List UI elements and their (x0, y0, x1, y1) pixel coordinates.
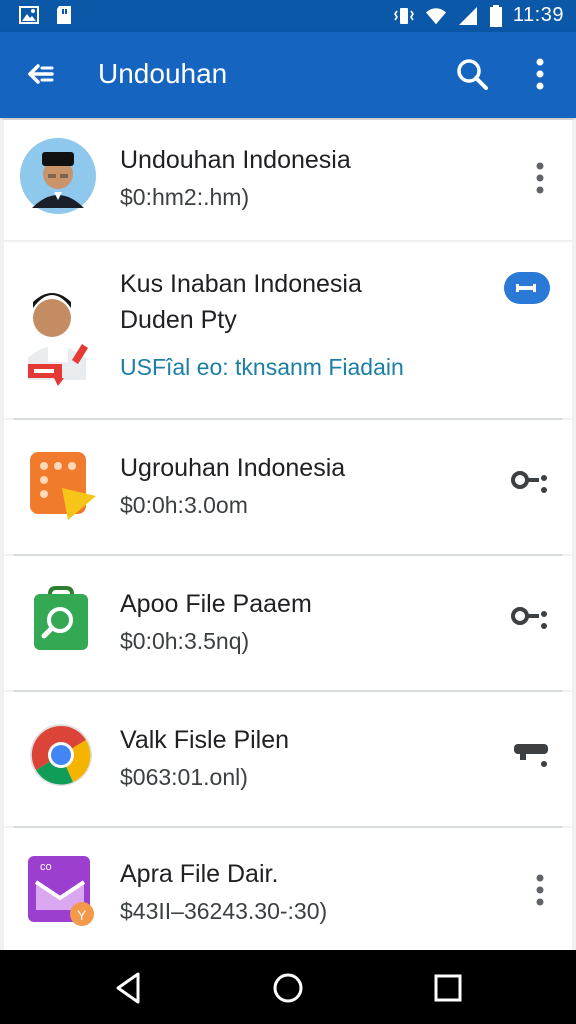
item-title: Kus Inaban Indonesia (120, 270, 362, 298)
back-arrow-icon[interactable] (18, 52, 62, 96)
status-bar: 11:39 (0, 0, 576, 32)
system-nav-bar (0, 950, 576, 1024)
battery-icon (489, 4, 502, 27)
list-item[interactable]: co Y Apra File Dair. $43II–36243.30-:30) (4, 828, 572, 950)
item-title: Ugrouhan Indonesia (120, 454, 346, 482)
more-vert-icon[interactable] (524, 54, 556, 94)
list-item[interactable]: Valk Fisle Pilen $063:01.onl) (4, 692, 572, 826)
chrome-icon (30, 724, 92, 786)
item-subtitle: $0:0h:3.5nq) (120, 628, 250, 654)
app-bar: Undouhan (0, 32, 576, 118)
page-title: Undouhan (98, 58, 228, 89)
item-title: Apra File Dair. (120, 860, 279, 888)
mail-app-icon: co Y (28, 856, 94, 926)
image-icon (19, 6, 39, 24)
download-list: Undouhan Indonesia $0:hm2:.hm) Kus Inaba… (0, 120, 576, 950)
key-icon[interactable] (508, 736, 552, 776)
person-avatar (20, 138, 96, 214)
app-grid-icon (30, 452, 96, 520)
cloud-toggle-icon[interactable] (502, 270, 552, 306)
item-subtitle: $43II–36243.30-:30) (120, 898, 328, 924)
more-vert-icon[interactable] (520, 870, 560, 910)
item-title-secondary: Duden Pty (120, 306, 237, 334)
sd-card-icon (57, 6, 71, 24)
search-icon[interactable] (452, 54, 492, 94)
key-icon[interactable] (508, 464, 552, 504)
vibrate-icon (393, 7, 414, 24)
recents-nav-icon[interactable] (426, 966, 470, 1010)
list-item[interactable]: Kus Inaban Indonesia Duden Pty USFîal eo… (4, 242, 572, 418)
item-subtitle: USFîal eo: tknsanm Fiadain (120, 354, 404, 380)
search-app-icon (34, 586, 88, 650)
svg-text:Y: Y (77, 907, 87, 923)
list-item[interactable]: Ugrouhan Indonesia $0:0h:3.0om (4, 420, 572, 554)
item-subtitle: $063:01.onl) (120, 764, 248, 790)
svg-text:co: co (40, 861, 52, 873)
clock: 11:39 (512, 4, 564, 26)
wifi-icon (425, 7, 447, 24)
item-title: Undouhan Indonesia (120, 146, 351, 174)
list-item[interactable]: Undouhan Indonesia $0:hm2:.hm) (4, 120, 572, 240)
key-icon[interactable] (508, 600, 552, 640)
home-nav-icon[interactable] (266, 966, 310, 1010)
item-title: Valk Fisle Pilen (120, 726, 290, 754)
signal-icon (458, 6, 477, 25)
item-title: Apoo File Paaem (120, 590, 312, 618)
list-item[interactable]: Apoo File Paaem $0:0h:3.5nq) (4, 556, 572, 690)
item-subtitle: $0:hm2:.hm) (120, 184, 250, 210)
more-vert-icon[interactable] (520, 158, 560, 198)
item-subtitle: $0:0h:3.0om (120, 492, 248, 518)
person-avatar-badge (28, 293, 88, 386)
back-nav-icon[interactable] (106, 966, 150, 1010)
